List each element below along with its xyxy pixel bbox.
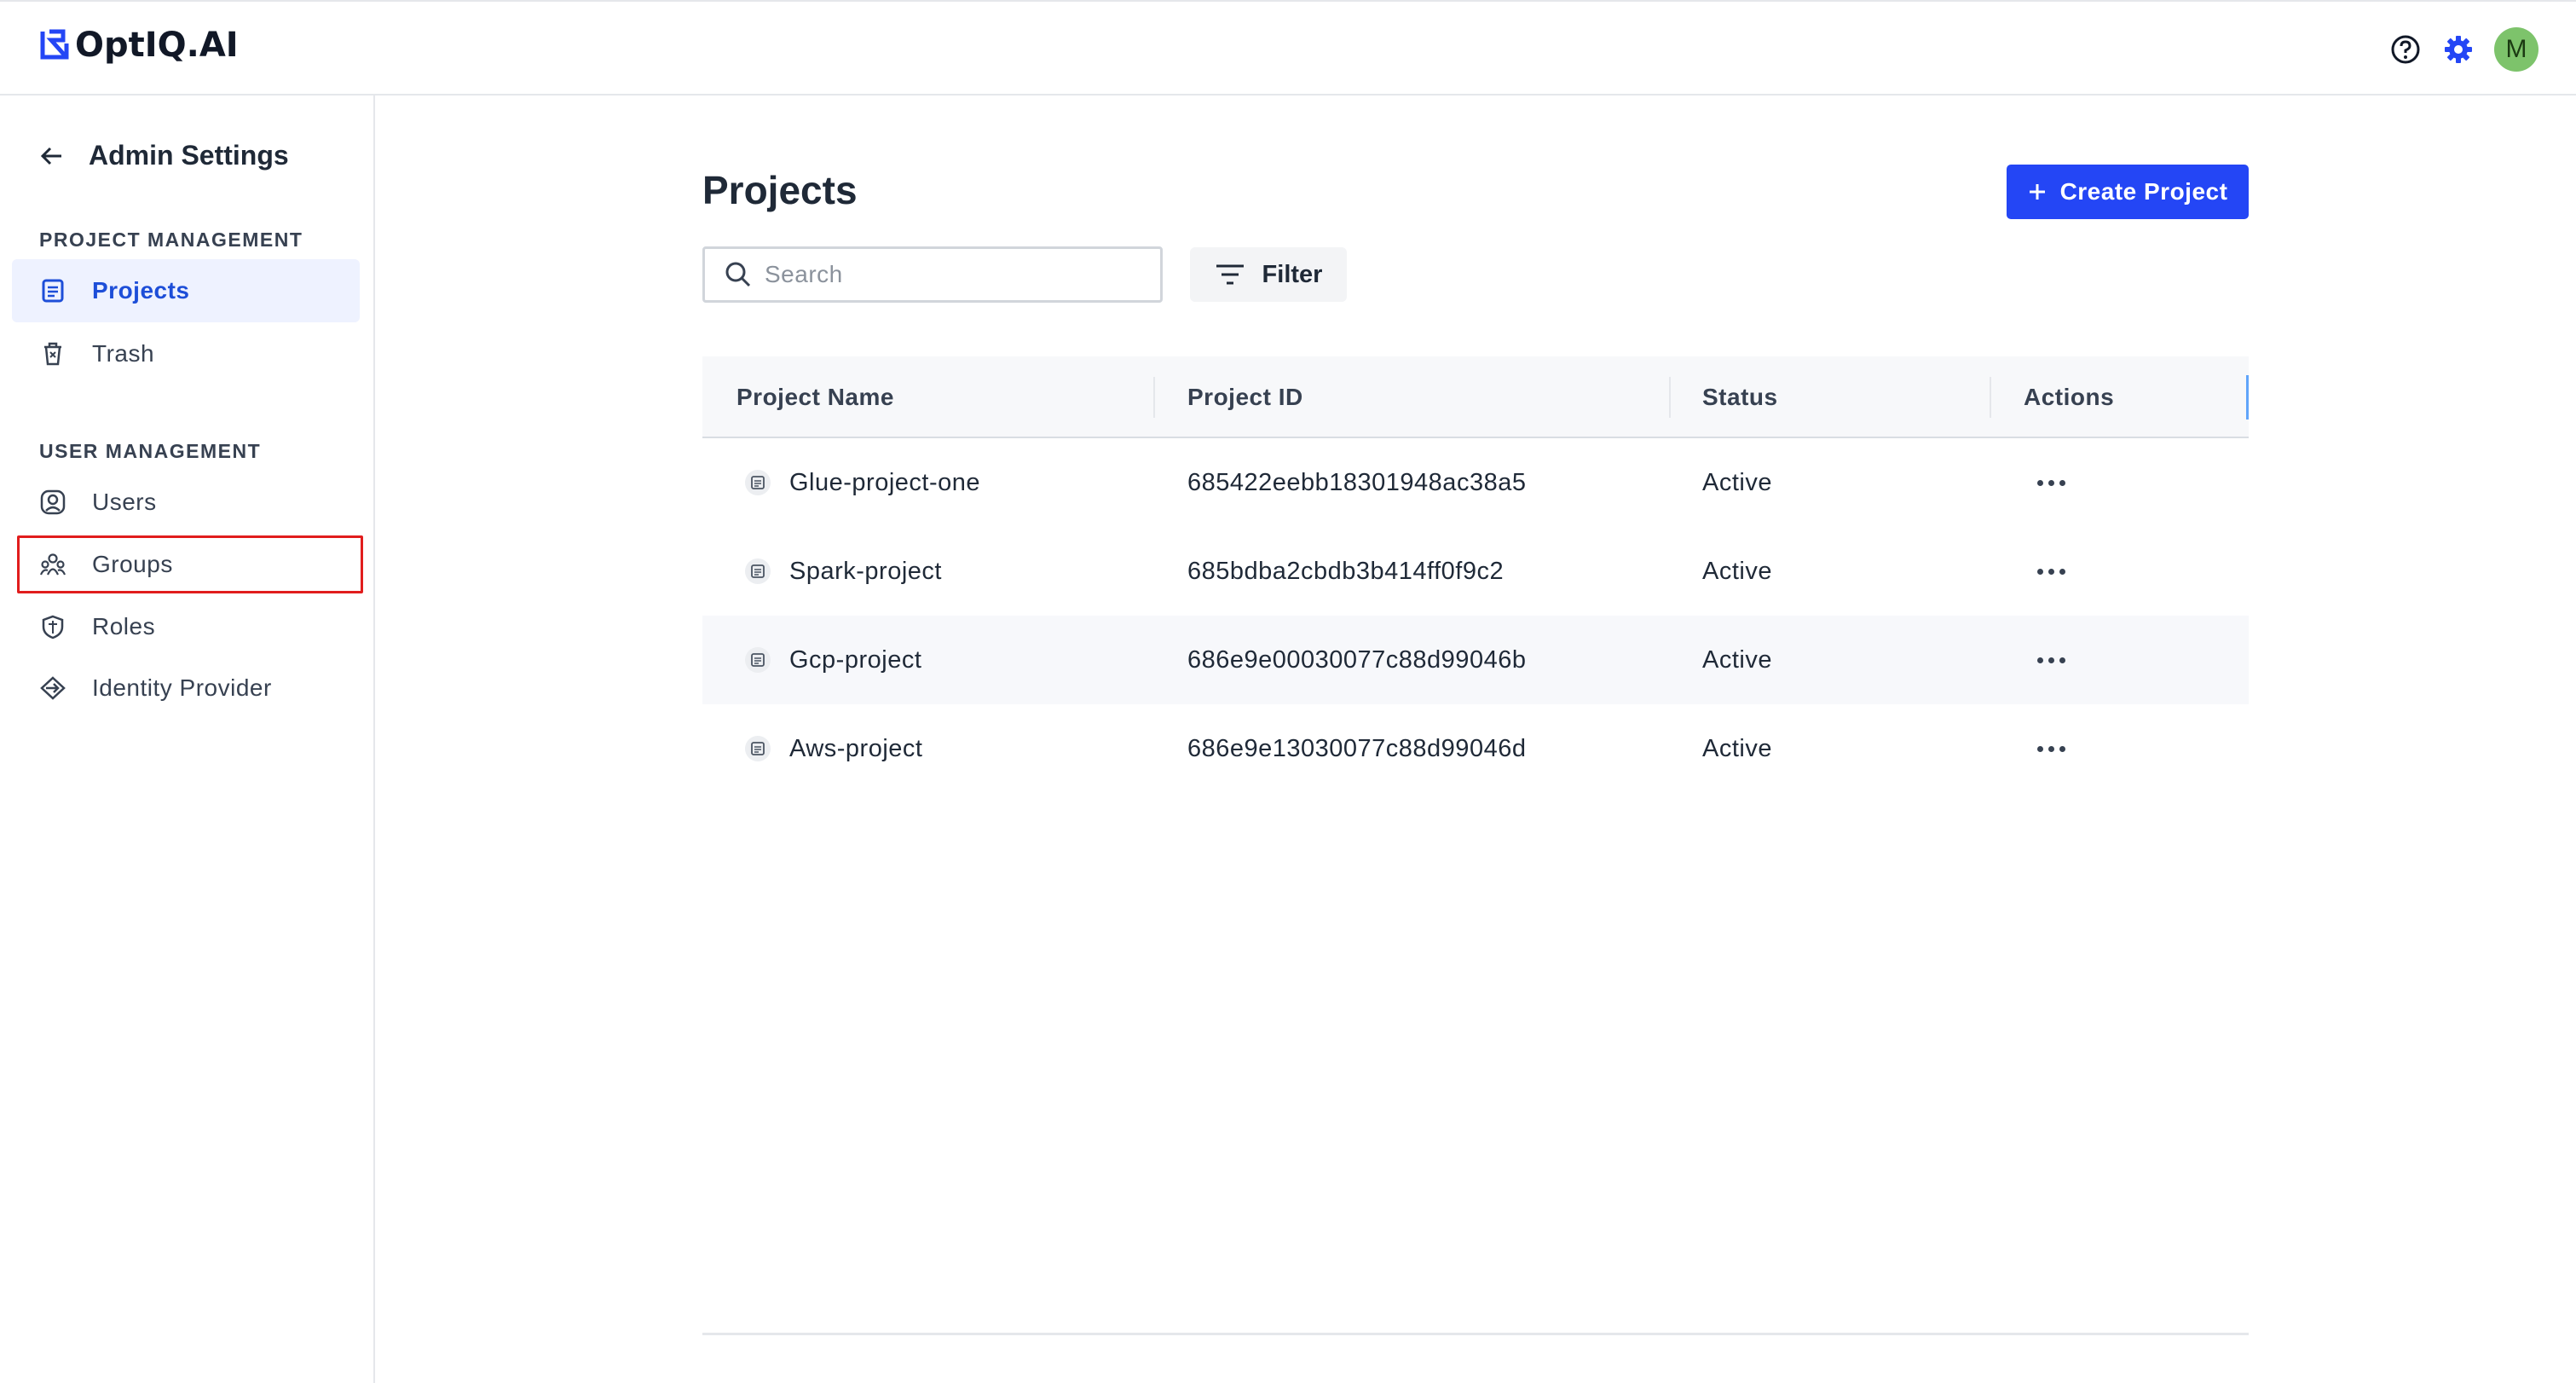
column-header-actions: Actions — [2024, 384, 2115, 410]
project-status: Active — [1702, 734, 1772, 762]
project-status: Active — [1702, 557, 1772, 585]
sidebar-item-roles[interactable]: Roles — [12, 595, 360, 658]
row-actions — [2037, 438, 2065, 527]
sidebar-item-label: Projects — [92, 277, 190, 304]
project-name[interactable]: Spark-project — [789, 558, 942, 586]
user-icon — [38, 487, 68, 518]
search-input[interactable] — [765, 261, 1140, 288]
sidebar-item-label: Trash — [92, 340, 155, 367]
table-row[interactable]: Spark-project 685bdba2cbdb3b414ff0f9c2 A… — [702, 527, 2249, 616]
project-name-cell: Aws-project — [745, 704, 922, 793]
row-actions — [2037, 704, 2065, 793]
column-header-project-id[interactable]: Project ID — [1187, 356, 1303, 438]
sidebar-item-groups[interactable]: Groups — [17, 535, 363, 593]
sidebar-item-projects[interactable]: Projects — [12, 259, 360, 322]
project-icon — [745, 470, 771, 495]
section-label-project-management: PROJECT MANAGEMENT — [39, 229, 303, 251]
group-icon — [38, 549, 68, 580]
create-project-button[interactable]: Create Project — [2007, 165, 2249, 219]
settings-icon[interactable] — [2441, 32, 2475, 67]
top-bar: OptIQ.AI M — [0, 0, 2576, 95]
projects-table: Project Name Project ID Status Actions G… — [702, 356, 2249, 793]
table-footer-divider — [702, 1333, 2249, 1335]
table-row[interactable]: Aws-project 686e9e13030077c88d99046d Act… — [702, 704, 2249, 793]
project-icon — [745, 558, 771, 584]
column-divider — [1669, 377, 1671, 418]
project-status: Active — [1702, 468, 1772, 496]
sidebar-header: Admin Settings — [39, 140, 289, 171]
search-icon — [725, 262, 751, 287]
sidebar: Admin Settings PROJECT MANAGEMENT Projec… — [0, 95, 375, 1383]
table-row[interactable]: Gcp-project 686e9e00030077c88d99046b Act… — [702, 616, 2249, 704]
row-actions — [2037, 527, 2065, 616]
more-actions-icon[interactable] — [2037, 479, 2065, 486]
sidebar-title: Admin Settings — [89, 140, 289, 171]
project-id: 686e9e13030077c88d99046d — [1187, 734, 1527, 762]
project-name[interactable]: Aws-project — [789, 735, 922, 763]
logo-mark-icon — [40, 29, 69, 60]
filter-button[interactable]: Filter — [1190, 247, 1347, 302]
filter-icon — [1216, 264, 1244, 285]
project-id: 685422eebb18301948ac38a5 — [1187, 468, 1527, 496]
column-header-status[interactable]: Status — [1702, 356, 1778, 438]
project-name-cell: Gcp-project — [745, 616, 921, 704]
sidebar-item-label: Roles — [92, 613, 156, 639]
more-actions-icon[interactable] — [2037, 745, 2065, 752]
sidebar-item-label: Identity Provider — [92, 674, 272, 701]
plus-icon — [2029, 184, 2045, 200]
top-actions: M — [2388, 27, 2538, 72]
identity-icon — [38, 673, 68, 703]
create-project-label: Create Project — [2059, 178, 2228, 205]
trash-icon — [38, 339, 68, 369]
help-icon[interactable] — [2388, 32, 2423, 67]
sidebar-item-label: Users — [92, 489, 157, 515]
column-header-project-name[interactable]: Project Name — [736, 356, 894, 438]
project-id: 685bdba2cbdb3b414ff0f9c2 — [1187, 557, 1505, 585]
column-divider — [1153, 377, 1155, 418]
sidebar-item-identity-provider[interactable]: Identity Provider — [12, 657, 360, 720]
filter-label: Filter — [1262, 260, 1323, 288]
project-name[interactable]: Gcp-project — [789, 646, 921, 674]
sidebar-item-users[interactable]: Users — [12, 471, 360, 534]
more-actions-icon[interactable] — [2037, 657, 2065, 663]
project-id: 686e9e00030077c88d99046b — [1187, 645, 1527, 674]
project-icon — [745, 736, 771, 761]
section-label-user-management: USER MANAGEMENT — [39, 440, 262, 462]
app-logo[interactable]: OptIQ.AI — [38, 26, 239, 65]
role-icon — [38, 611, 68, 642]
row-actions — [2037, 616, 2065, 704]
avatar[interactable]: M — [2494, 27, 2538, 72]
app-name: OptIQ.AI — [75, 26, 239, 65]
sidebar-item-trash[interactable]: Trash — [12, 322, 360, 385]
column-divider — [1990, 377, 1991, 418]
search-field[interactable] — [702, 246, 1163, 303]
project-name[interactable]: Glue-project-one — [789, 469, 980, 497]
avatar-initial: M — [2505, 35, 2527, 63]
project-icon — [745, 647, 771, 673]
table-row[interactable]: Glue-project-one 685422eebb18301948ac38a… — [702, 438, 2249, 527]
project-name-cell: Spark-project — [745, 527, 942, 616]
back-arrow-icon[interactable] — [39, 143, 65, 169]
more-actions-icon[interactable] — [2037, 568, 2065, 575]
page-title: Projects — [702, 168, 858, 212]
table-header: Project Name Project ID Status Actions — [702, 356, 2249, 438]
project-status: Active — [1702, 645, 1772, 674]
document-icon — [38, 275, 68, 306]
column-resize-handle[interactable] — [2246, 375, 2249, 420]
sidebar-item-label: Groups — [92, 551, 173, 577]
project-name-cell: Glue-project-one — [745, 438, 980, 527]
